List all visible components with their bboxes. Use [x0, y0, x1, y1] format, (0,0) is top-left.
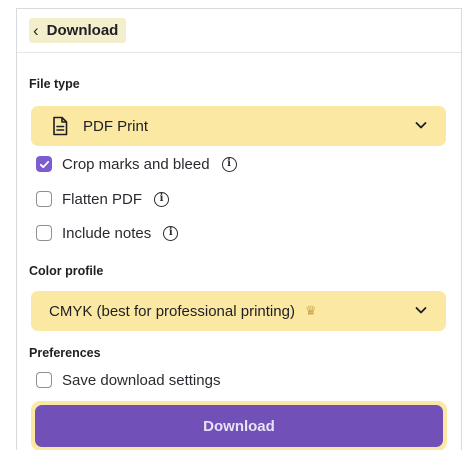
preferences-label: Preferences — [29, 346, 101, 360]
save-settings-option[interactable]: Save download settings — [36, 369, 220, 391]
info-icon[interactable]: i — [154, 191, 170, 207]
file-type-label: File type — [29, 77, 80, 91]
chevron-left-icon: ‹ — [33, 21, 39, 40]
crown-icon: ♛ — [304, 303, 317, 318]
color-profile-select[interactable]: CMYK (best for professional printing) ♛ — [31, 291, 446, 331]
flatten-pdf-checkbox[interactable] — [36, 191, 52, 207]
flatten-pdf-option[interactable]: Flatten PDF i — [36, 188, 170, 210]
download-button-focus-ring: Download — [31, 401, 447, 450]
back-button-label: Download — [46, 22, 119, 39]
include-notes-option[interactable]: Include notes i — [36, 222, 179, 244]
file-type-select[interactable]: PDF Print — [31, 106, 446, 146]
info-icon[interactable]: i — [163, 225, 179, 241]
download-button[interactable]: Download — [35, 405, 443, 447]
include-notes-label: Include notes — [62, 224, 152, 242]
download-panel: ‹ Download File type PDF Print Crop mark… — [16, 8, 462, 450]
file-type-value: PDF Print — [83, 117, 149, 135]
info-icon[interactable]: i — [221, 156, 237, 172]
save-settings-checkbox[interactable] — [36, 372, 52, 388]
chevron-down-icon — [415, 307, 427, 314]
include-notes-checkbox[interactable] — [36, 225, 52, 241]
crop-marks-option[interactable]: Crop marks and bleed i — [36, 153, 237, 175]
chevron-down-icon — [415, 122, 427, 129]
crop-marks-checkbox[interactable] — [36, 156, 52, 172]
document-icon — [53, 116, 68, 136]
save-settings-label: Save download settings — [62, 371, 221, 389]
back-button[interactable]: ‹ Download — [29, 18, 127, 43]
panel-header: ‹ Download — [17, 9, 461, 53]
flatten-pdf-label: Flatten PDF — [62, 190, 143, 208]
crop-marks-label: Crop marks and bleed — [62, 155, 210, 173]
color-profile-value: CMYK (best for professional printing) — [49, 302, 295, 320]
checkmark-icon — [39, 160, 49, 168]
color-profile-label: Color profile — [29, 264, 104, 278]
